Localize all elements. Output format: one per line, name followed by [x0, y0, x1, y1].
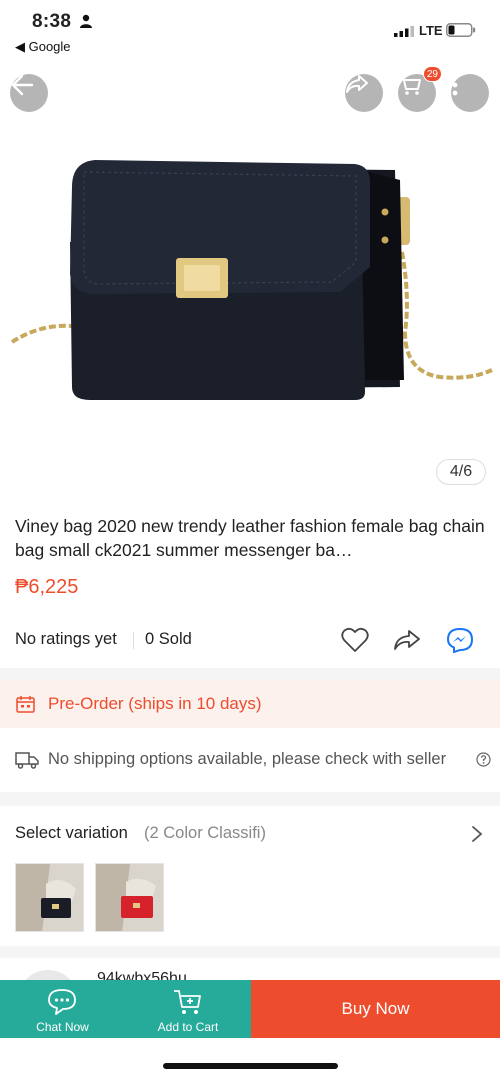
calendar-icon [16, 696, 35, 713]
variation-section[interactable]: Select variation (2 Color Classifi) [0, 806, 500, 946]
preorder-banner: Pre-Order (ships in 10 days) [0, 680, 500, 728]
share-icon[interactable] [393, 627, 421, 653]
help-icon[interactable] [476, 752, 491, 767]
product-info: Viney bag 2020 new trendy leather fashio… [0, 502, 500, 668]
more-icon [452, 74, 458, 96]
chevron-right-icon[interactable] [471, 825, 483, 843]
person-icon [80, 14, 92, 28]
buy-now-button[interactable]: Buy Now [251, 980, 500, 1038]
variation-thumb-black[interactable] [15, 863, 84, 932]
rating-text[interactable]: No ratings yet [15, 630, 117, 649]
home-indicator-area [0, 1038, 500, 1080]
status-time: 8:38 [32, 11, 72, 32]
status-bar: 8:38 ◀ Google LTE [0, 0, 500, 62]
product-title: Viney bag 2020 new trendy leather fashio… [15, 516, 485, 560]
more-button[interactable] [451, 74, 489, 112]
bottom-action-bar: Chat Now Add to Cart Buy Now [0, 980, 500, 1038]
back-button[interactable] [10, 74, 48, 112]
battery-icon [446, 23, 476, 37]
back-arrow-icon [11, 74, 34, 96]
messenger-icon[interactable] [446, 627, 474, 653]
network-type: LTE [419, 23, 443, 38]
truck-icon [15, 752, 39, 769]
variation-count: (2 Color Classifi) [144, 824, 266, 842]
image-page-indicator: 4/6 [436, 459, 486, 485]
product-price: ₱6,225 [15, 576, 79, 598]
add-to-cart-label: Add to Cart [157, 1020, 219, 1034]
variation-thumb-red[interactable] [95, 863, 164, 932]
share-button[interactable] [345, 74, 383, 112]
heart-icon[interactable] [341, 627, 369, 653]
chat-now-label: Chat Now [36, 1020, 89, 1034]
cart-icon [399, 75, 421, 95]
variation-label: Select variation [15, 824, 128, 842]
sold-count: 0 Sold [145, 630, 192, 648]
add-to-cart-button[interactable]: Add to Cart [125, 980, 251, 1038]
product-gallery[interactable]: 29 4/6 [0, 62, 500, 502]
preorder-text: Pre-Order (ships in 10 days) [48, 694, 262, 713]
product-image [10, 160, 493, 400]
home-indicator[interactable] [163, 1063, 338, 1069]
variation-image-red [96, 864, 163, 931]
add-to-cart-icon [174, 990, 201, 1014]
cart-button[interactable]: 29 [398, 66, 442, 112]
rating-divider [133, 632, 134, 649]
shipping-row: No shipping options available, please ch… [0, 728, 500, 792]
share-icon [346, 75, 368, 93]
back-to-google-link[interactable]: ◀ Google [15, 39, 71, 55]
chat-now-button[interactable]: Chat Now [0, 980, 125, 1038]
variation-image-black [16, 864, 83, 931]
shipping-text: No shipping options available, please ch… [48, 750, 447, 768]
signal-icon [394, 26, 414, 37]
chat-icon [48, 989, 76, 1015]
cart-count-badge: 29 [422, 66, 442, 82]
